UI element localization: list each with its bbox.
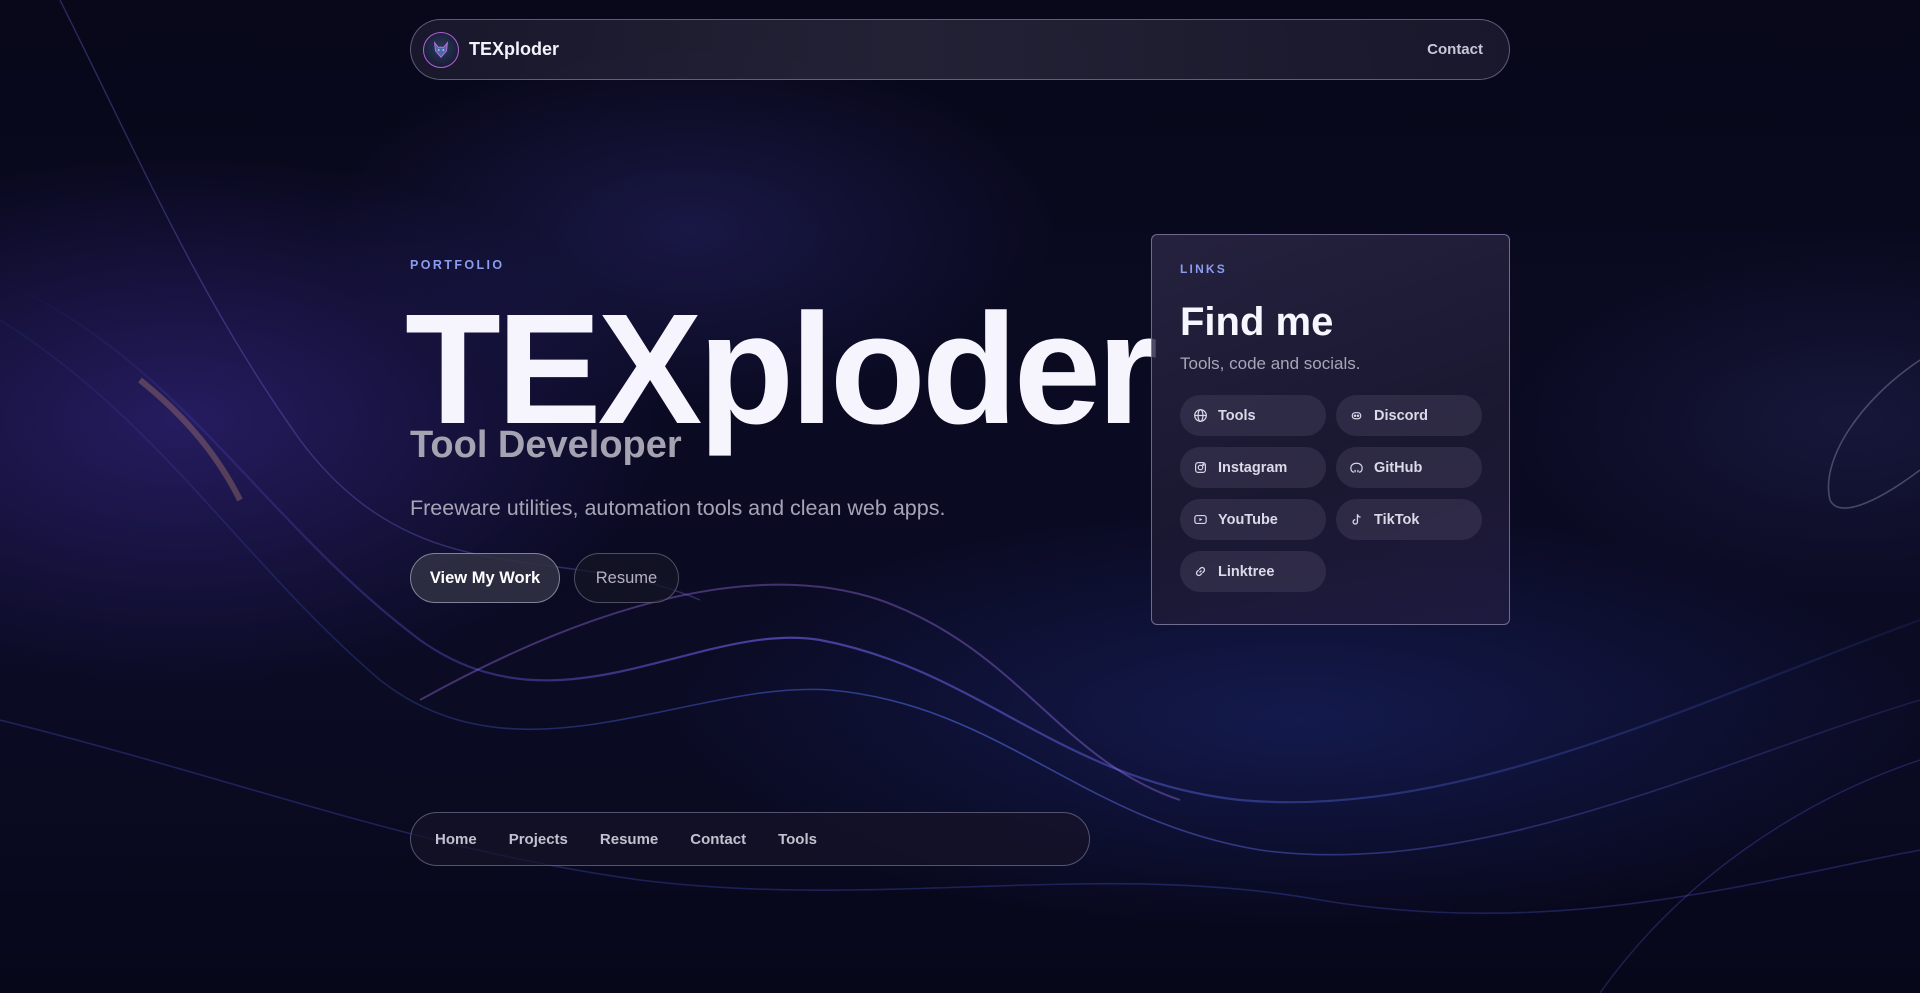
links-grid: Tools Discord Instagram GitHub YouTube T… xyxy=(1180,395,1482,592)
github-icon xyxy=(1349,460,1364,475)
links-card-subtitle: Tools, code and socials. xyxy=(1180,354,1361,373)
nav-resume[interactable]: Resume xyxy=(600,831,658,848)
wolf-logo-icon[interactable] xyxy=(423,31,459,68)
link-label: GitHub xyxy=(1374,459,1423,476)
link-label: TikTok xyxy=(1374,511,1420,528)
instagram-icon xyxy=(1193,460,1208,475)
nav-home[interactable]: Home xyxy=(435,831,477,848)
nav-projects[interactable]: Projects xyxy=(509,831,568,848)
contact-link[interactable]: Contact xyxy=(1427,41,1483,58)
link-label: Discord xyxy=(1374,407,1428,424)
hero-description: Freeware utilities, automation tools and… xyxy=(410,496,946,520)
links-card-title: Find me xyxy=(1180,300,1334,344)
link-label: Linktree xyxy=(1218,563,1275,580)
link-label: Tools xyxy=(1218,407,1256,424)
portfolio-eyebrow: PORTFOLIO xyxy=(410,258,505,272)
link-tiktok[interactable]: TikTok xyxy=(1336,499,1482,540)
tiktok-icon xyxy=(1349,512,1364,527)
top-navigation: TEXploder Contact xyxy=(410,19,1510,80)
link-label: Instagram xyxy=(1218,459,1288,476)
view-my-work-button[interactable]: View My Work xyxy=(410,553,560,603)
links-card: LINKS Find me Tools, code and socials. T… xyxy=(1151,234,1510,625)
link-youtube[interactable]: YouTube xyxy=(1180,499,1326,540)
link-linktree[interactable]: Linktree xyxy=(1180,551,1326,592)
nav-tools[interactable]: Tools xyxy=(778,831,817,848)
link-discord[interactable]: Discord xyxy=(1336,395,1482,436)
link-tools[interactable]: Tools xyxy=(1180,395,1326,436)
hero-role: Tool Developer xyxy=(410,424,682,466)
youtube-icon xyxy=(1193,512,1208,527)
nav-contact[interactable]: Contact xyxy=(690,831,746,848)
bottom-navigation: Home Projects Resume Contact Tools xyxy=(410,812,1090,866)
discord-icon xyxy=(1349,408,1364,423)
link-label: YouTube xyxy=(1218,511,1278,528)
link-instagram[interactable]: Instagram xyxy=(1180,447,1326,488)
link-github[interactable]: GitHub xyxy=(1336,447,1482,488)
resume-button[interactable]: Resume xyxy=(574,553,679,603)
globe-icon xyxy=(1193,408,1208,423)
brand-name[interactable]: TEXploder xyxy=(469,39,559,60)
link-icon xyxy=(1193,564,1208,579)
links-eyebrow: LINKS xyxy=(1180,262,1227,276)
